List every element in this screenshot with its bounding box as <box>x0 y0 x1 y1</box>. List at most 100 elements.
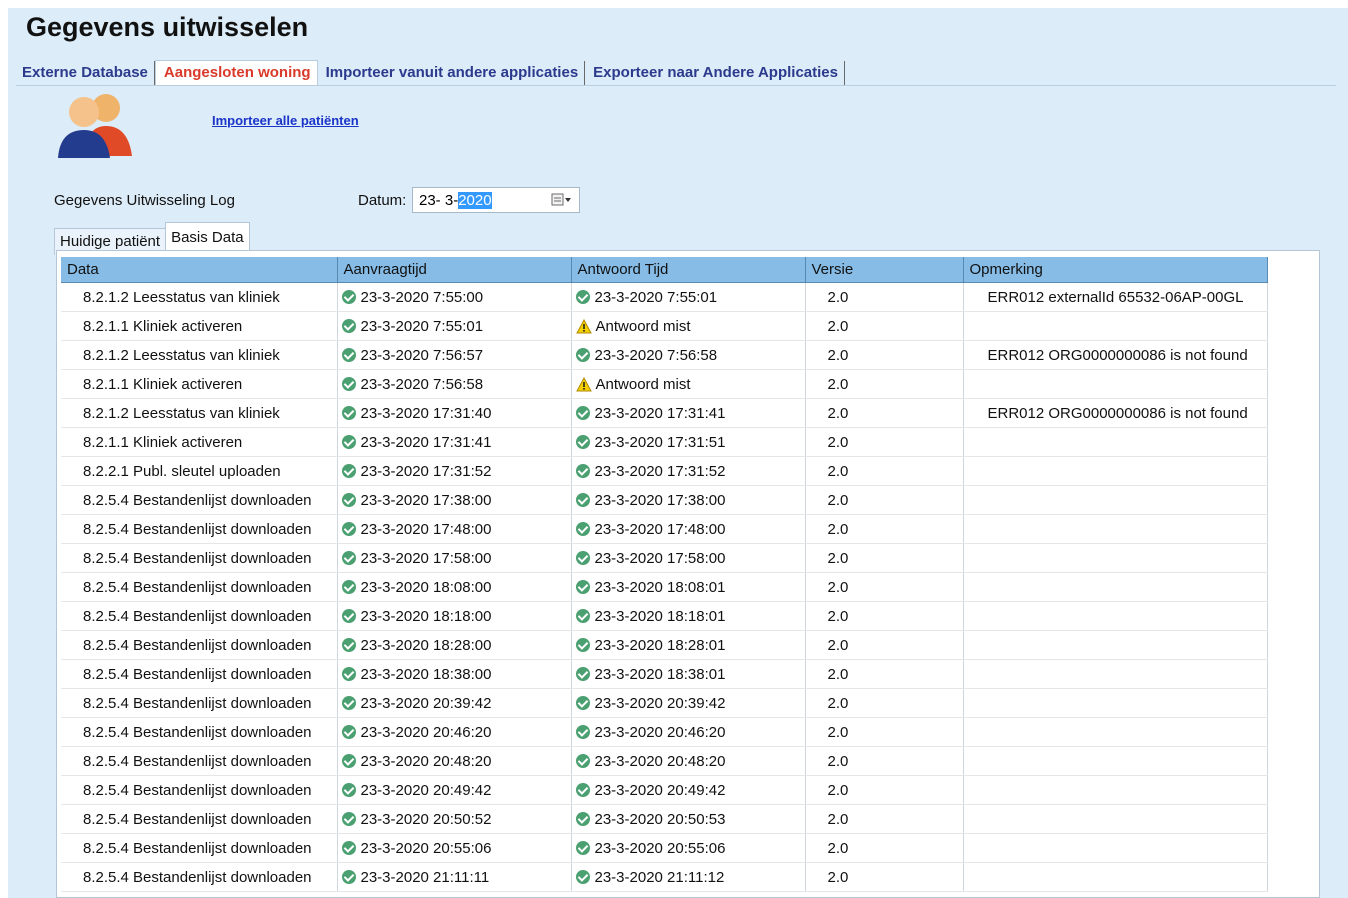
cell-antwoord-tijd: 23-3-2020 17:48:00 <box>571 514 806 544</box>
cell-aanvraagtijd: 23-3-2020 7:55:01 <box>337 311 572 341</box>
log-label: Gegevens Uitwisseling Log <box>54 192 235 209</box>
check-icon <box>575 666 590 681</box>
cell-versie: 2.0 <box>805 746 964 776</box>
column-header-antwoord-tijd[interactable]: Antwoord Tijd <box>571 257 806 283</box>
column-header-aanvraagtijd[interactable]: Aanvraagtijd <box>337 257 572 283</box>
table-row[interactable]: 8.2.1.2 Leesstatus van kliniek 23-3-2020 … <box>61 282 1268 312</box>
table-row[interactable]: 8.2.5.4 Bestandenlijst downloaden 23-3-20… <box>61 833 1268 863</box>
check-icon <box>575 608 590 623</box>
table-row[interactable]: 8.2.5.4 Bestandenlijst downloaden 23-3-20… <box>61 514 1268 544</box>
table-row[interactable]: 8.2.5.4 Bestandenlijst downloaden 23-3-20… <box>61 572 1268 602</box>
warning-icon <box>575 376 592 391</box>
cell-versie: 2.0 <box>805 804 964 834</box>
table-row[interactable]: 8.2.5.4 Bestandenlijst downloaden 23-3-20… <box>61 485 1268 515</box>
cell-versie: 2.0 <box>805 340 964 370</box>
check-icon <box>341 608 356 623</box>
table-row[interactable]: 8.2.5.4 Bestandenlijst downloaden 23-3-20… <box>61 601 1268 631</box>
table-row[interactable]: 8.2.5.4 Bestandenlijst downloaden 23-3-20… <box>61 630 1268 660</box>
cell-versie: 2.0 <box>805 659 964 689</box>
cell-data: 8.2.5.4 Bestandenlijst downloaden <box>61 601 338 631</box>
check-icon <box>575 492 590 507</box>
datum-input[interactable]: 23- 3-2020 <box>412 187 580 213</box>
cell-versie: 2.0 <box>805 456 964 486</box>
cell-data: 8.2.5.4 Bestandenlijst downloaden <box>61 485 338 515</box>
tab-exporteer[interactable]: Exporteer naar Andere Applicaties <box>585 61 845 86</box>
table-row[interactable]: 8.2.5.4 Bestandenlijst downloaden 23-3-20… <box>61 543 1268 573</box>
check-icon <box>341 724 356 739</box>
table-row[interactable]: 8.2.5.4 Bestandenlijst downloaden 23-3-20… <box>61 659 1268 689</box>
cell-opmerking: ERR012 externalId 65532-06AP-00GL <box>963 282 1268 312</box>
table-row[interactable]: 8.2.5.4 Bestandenlijst downloaden 23-3-20… <box>61 775 1268 805</box>
check-icon <box>341 463 356 478</box>
cell-aanvraagtijd: 23-3-2020 17:48:00 <box>337 514 572 544</box>
tab-aangesloten-woning[interactable]: Aangesloten woning <box>154 60 318 86</box>
check-icon <box>341 347 356 362</box>
cell-aanvraagtijd: 23-3-2020 18:28:00 <box>337 630 572 660</box>
check-icon <box>575 434 590 449</box>
cell-aanvraagtijd: 23-3-2020 17:38:00 <box>337 485 572 515</box>
table-row[interactable]: 8.2.1.2 Leesstatus van kliniek 23-3-2020 … <box>61 340 1268 370</box>
table-row[interactable]: 8.2.5.4 Bestandenlijst downloaden 23-3-20… <box>61 717 1268 747</box>
cell-versie: 2.0 <box>805 282 964 312</box>
page-title: Gegevens uitwisselen <box>26 12 309 42</box>
cell-aanvraagtijd: 23-3-2020 17:58:00 <box>337 543 572 573</box>
cell-data: 8.2.5.4 Bestandenlijst downloaden <box>61 572 338 602</box>
check-icon <box>341 376 356 391</box>
table-row[interactable]: 8.2.1.2 Leesstatus van kliniek 23-3-2020 … <box>61 398 1268 428</box>
cell-aanvraagtijd: 23-3-2020 17:31:52 <box>337 456 572 486</box>
cell-data: 8.2.1.2 Leesstatus van kliniek <box>61 340 338 370</box>
cell-antwoord-tijd: 23-3-2020 20:55:06 <box>571 833 806 863</box>
check-icon <box>341 550 356 565</box>
tab-externe-database[interactable]: Externe Database <box>14 61 155 86</box>
cell-versie: 2.0 <box>805 311 964 341</box>
cell-opmerking <box>963 456 1268 486</box>
log-grid[interactable]: Data Aanvraagtijd Antwoord Tijd Versie O… <box>56 250 1320 898</box>
cell-versie: 2.0 <box>805 630 964 660</box>
cell-antwoord-tijd: 23-3-2020 17:31:41 <box>571 398 806 428</box>
column-header-data[interactable]: Data <box>61 257 338 283</box>
table-row[interactable]: 8.2.1.1 Kliniek activeren 23-3-2020 7:55:… <box>61 311 1268 341</box>
cell-antwoord-tijd: 23-3-2020 18:28:01 <box>571 630 806 660</box>
cell-aanvraagtijd: 23-3-2020 21:11:11 <box>337 862 572 892</box>
cell-antwoord-tijd: 23-3-2020 17:58:00 <box>571 543 806 573</box>
cell-aanvraagtijd: 23-3-2020 18:18:00 <box>337 601 572 631</box>
column-header-versie[interactable]: Versie <box>805 257 964 283</box>
table-row[interactable]: 8.2.5.4 Bestandenlijst downloaden 23-3-20… <box>61 804 1268 834</box>
cell-opmerking <box>963 485 1268 515</box>
cell-aanvraagtijd: 23-3-2020 20:49:42 <box>337 775 572 805</box>
cell-opmerking <box>963 601 1268 631</box>
check-icon <box>341 579 356 594</box>
datum-value: 23- 3-2020 <box>419 191 492 209</box>
cell-versie: 2.0 <box>805 572 964 602</box>
cell-versie: 2.0 <box>805 398 964 428</box>
datum-label: Datum: <box>358 192 407 209</box>
column-header-opmerking[interactable]: Opmerking <box>963 257 1268 283</box>
cell-aanvraagtijd: 23-3-2020 20:39:42 <box>337 688 572 718</box>
cell-versie: 2.0 <box>805 485 964 515</box>
cell-antwoord-tijd: 23-3-2020 17:38:00 <box>571 485 806 515</box>
table-row[interactable]: 8.2.5.4 Bestandenlijst downloaden 23-3-20… <box>61 688 1268 718</box>
import-all-patients-link[interactable]: Importeer alle patiënten <box>212 113 359 128</box>
table-row[interactable]: 8.2.1.1 Kliniek activeren 23-3-2020 17:31… <box>61 427 1268 457</box>
warning-icon <box>575 318 592 333</box>
check-icon <box>341 666 356 681</box>
cell-opmerking <box>963 833 1268 863</box>
cell-versie: 2.0 <box>805 369 964 399</box>
cell-opmerking <box>963 804 1268 834</box>
cell-data: 8.2.1.2 Leesstatus van kliniek <box>61 398 338 428</box>
table-row[interactable]: 8.2.5.4 Bestandenlijst downloaden 23-3-20… <box>61 746 1268 776</box>
cell-aanvraagtijd: 23-3-2020 20:50:52 <box>337 804 572 834</box>
main-tabs: Externe Database Aangesloten woning Impo… <box>14 60 845 86</box>
check-icon <box>341 637 356 652</box>
cell-opmerking <box>963 572 1268 602</box>
cell-opmerking: ERR012 ORG0000000086 is not found <box>963 340 1268 370</box>
cell-aanvraagtijd: 23-3-2020 18:08:00 <box>337 572 572 602</box>
check-icon <box>341 434 356 449</box>
tab-importeer[interactable]: Importeer vanuit andere applicaties <box>318 61 586 86</box>
check-icon <box>575 463 590 478</box>
cell-data: 8.2.5.4 Bestandenlijst downloaden <box>61 775 338 805</box>
table-row[interactable]: 8.2.2.1 Publ. sleutel uploaden 23-3-2020 … <box>61 456 1268 486</box>
table-row[interactable]: 8.2.5.4 Bestandenlijst downloaden 23-3-20… <box>61 862 1268 892</box>
table-row[interactable]: 8.2.1.1 Kliniek activeren 23-3-2020 7:56:… <box>61 369 1268 399</box>
calendar-dropdown-icon[interactable] <box>551 192 573 208</box>
